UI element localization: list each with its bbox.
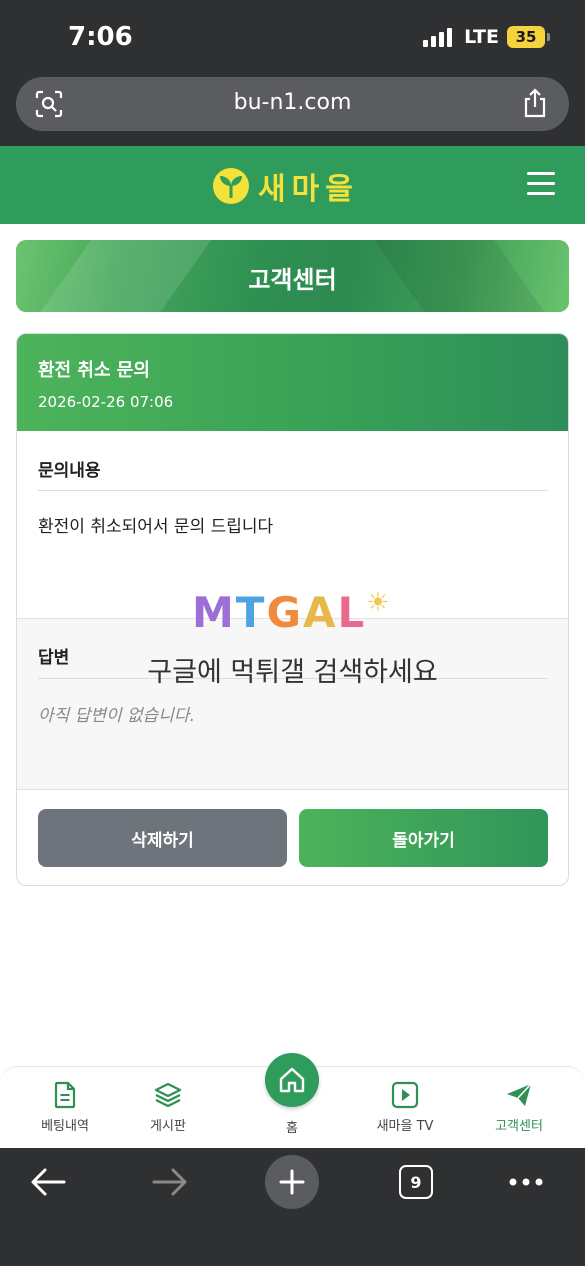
layers-icon [154, 1082, 182, 1108]
hamburger-menu-icon[interactable] [527, 172, 555, 196]
document-icon [54, 1081, 76, 1109]
battery-icon: 35 [507, 26, 550, 48]
back-button[interactable]: 돌아가기 [299, 809, 548, 867]
forward-arrow-icon[interactable] [150, 1162, 190, 1202]
nav-label: 새마을 TV [376, 1119, 434, 1134]
send-icon [507, 1083, 532, 1106]
content-divider [38, 490, 548, 491]
home-icon [279, 1067, 305, 1093]
status-indicators: LTE 35 [423, 26, 550, 48]
delete-button[interactable]: 삭제하기 [38, 809, 287, 867]
page-banner: 고객센터 [16, 240, 569, 312]
more-options-icon[interactable] [506, 1162, 546, 1202]
back-arrow-icon[interactable] [28, 1162, 68, 1202]
new-tab-plus-icon[interactable] [265, 1155, 319, 1209]
inquiry-content: 환전이 취소되어서 문의 드립니다 [38, 517, 274, 537]
sprout-logo-icon [213, 168, 249, 204]
watermark-logo: MTGAL☀ [192, 588, 392, 637]
browser-top-chrome: 7:06 LTE 35 bu-n1.com [0, 0, 585, 146]
nav-betting-history[interactable]: 베팅내역 [15, 1081, 115, 1134]
site-logo[interactable]: 새마을 [212, 164, 359, 208]
nav-home-button[interactable] [265, 1053, 319, 1107]
logo-text: 새마을 [258, 172, 359, 207]
content-label: 문의내용 [38, 461, 101, 481]
url-bar[interactable]: bu-n1.com [16, 77, 569, 131]
browser-toolbar: 9 [0, 1148, 585, 1266]
tabs-button[interactable]: 9 [396, 1162, 436, 1202]
nav-home-label[interactable]: 홈 [242, 1117, 342, 1136]
url-text[interactable]: bu-n1.com [16, 90, 569, 115]
site-header: 새마을 [0, 146, 585, 224]
share-icon[interactable] [521, 87, 549, 119]
page-title: 고객센터 [248, 266, 337, 294]
watermark: MTGAL☀ 구글에 먹튀갤 검색하세요 [0, 586, 585, 696]
inquiry-title: 환전 취소 문의 [38, 360, 150, 381]
play-icon [391, 1081, 419, 1109]
nav-label: 고객센터 [495, 1119, 543, 1134]
tab-count: 9 [399, 1165, 433, 1199]
inquiry-date: 2026-02-26 07:06 [38, 393, 174, 411]
inquiry-header: 환전 취소 문의 2026-02-26 07:06 [17, 334, 568, 431]
network-type: LTE [464, 26, 499, 48]
answer-empty-text: 아직 답변이 없습니다. [38, 706, 195, 726]
nav-label: 베팅내역 [41, 1119, 89, 1134]
nav-label: 게시판 [150, 1119, 186, 1134]
nav-board[interactable]: 게시판 [118, 1081, 218, 1134]
watermark-text: 구글에 먹튀갤 검색하세요 [147, 657, 438, 688]
status-time: 7:06 [68, 22, 133, 52]
nav-saemaul-tv[interactable]: 새마을 TV [355, 1081, 455, 1134]
signal-icon [423, 27, 453, 47]
nav-customer-center[interactable]: 고객센터 [469, 1081, 569, 1134]
bottom-nav: 베팅내역 게시판 홈 새마을 TV 고객센터 [0, 1053, 585, 1148]
